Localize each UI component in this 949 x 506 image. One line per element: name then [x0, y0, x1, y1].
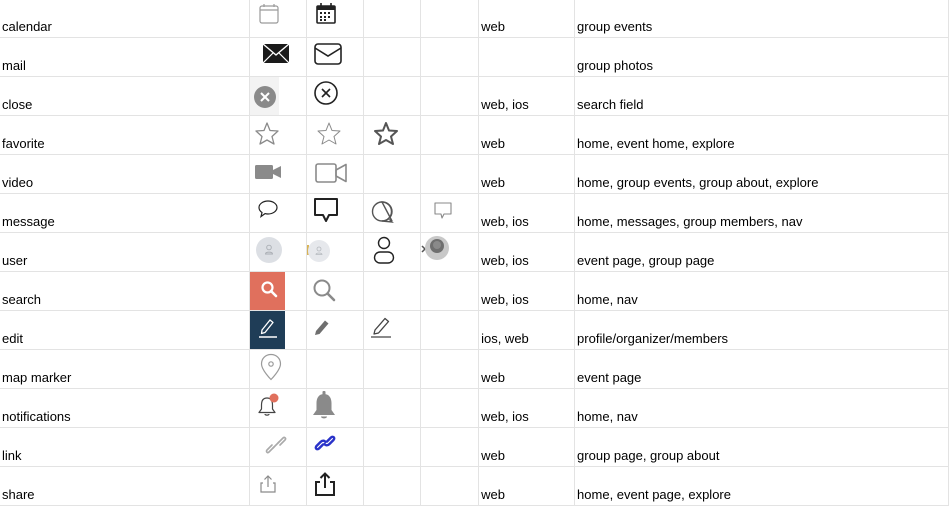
platforms-cell: [478, 37, 576, 77]
usage-cell: home, event home, explore: [574, 115, 949, 155]
calendar-filled-icon: [315, 3, 337, 25]
avatar-photo-icon: [421, 235, 451, 263]
table-row: share web home, event page, explore: [0, 466, 949, 506]
table-row: edit ios, web profile/organizer/members: [0, 310, 949, 350]
speech-bubble-round-icon: [370, 200, 396, 226]
link-blue-icon: [313, 431, 337, 455]
search-button-icon: [260, 280, 278, 298]
platforms-cell: web: [478, 427, 576, 467]
star-outline-thin-icon: [317, 122, 341, 145]
usage-cell: home, group events, group about, explore: [574, 154, 949, 194]
avatar-placeholder-icon: [256, 237, 283, 263]
avatar-placeholder-small-icon: [306, 239, 333, 263]
usage-cell: event page: [574, 349, 949, 389]
user-outline-icon: [373, 236, 395, 265]
share-bold-icon: [313, 472, 337, 496]
speech-bubble-small-icon: [258, 200, 278, 218]
icon-name-cell: search: [0, 271, 251, 311]
star-outline-light-icon: [255, 122, 279, 145]
table-row: map marker web event page: [0, 349, 949, 389]
table-row: close web, ios search field: [0, 76, 949, 116]
usage-cell: group page, group about: [574, 427, 949, 467]
icon-name-cell: user: [0, 232, 251, 272]
usage-cell: group events: [574, 0, 949, 38]
close-circle-outline-icon: [314, 81, 339, 105]
usage-cell: home, nav: [574, 271, 949, 311]
video-camera-outline-icon: [315, 163, 348, 183]
icon-name-cell: favorite: [0, 115, 251, 155]
usage-cell: group photos: [574, 37, 949, 77]
speech-bubble-bold-icon: [313, 197, 339, 223]
table-row: video web home, group events, group abou…: [0, 154, 949, 194]
icon-name-cell: link: [0, 427, 251, 467]
platforms-cell: web: [478, 466, 576, 506]
table-row: mail group photos: [0, 37, 949, 77]
icon-inventory-table: calendar web group events mail group pho…: [0, 0, 949, 506]
platforms-cell: web, ios: [478, 271, 576, 311]
envelope-filled-icon: [263, 44, 290, 63]
video-camera-filled-icon: [255, 165, 282, 179]
platforms-cell: web: [478, 154, 576, 194]
usage-cell: home, event page, explore: [574, 466, 949, 506]
platforms-cell: web, ios: [478, 388, 576, 428]
platforms-cell: ios, web: [478, 310, 576, 350]
icon-name-cell: calendar: [0, 0, 251, 38]
star-outline-bold-icon: [374, 122, 399, 145]
table-row: message web, ios home, messages, group m…: [0, 193, 949, 233]
platforms-cell: web: [478, 349, 576, 389]
pencil-filled-icon: [313, 318, 331, 336]
share-light-icon: [259, 475, 277, 493]
icon-name-cell: map marker: [0, 349, 251, 389]
icon-name-cell: message: [0, 193, 251, 233]
platforms-cell: web, ios: [478, 76, 576, 116]
usage-cell: profile/organizer/members: [574, 310, 949, 350]
platforms-cell: web, ios: [478, 193, 576, 233]
platforms-cell: web: [478, 115, 576, 155]
edit-button-icon: [258, 317, 278, 339]
icon-name-cell: edit: [0, 310, 251, 350]
magnifier-icon: [312, 278, 336, 302]
usage-cell: event page, group page: [574, 232, 949, 272]
usage-cell: home, nav: [574, 388, 949, 428]
map-marker-icon: [260, 353, 282, 381]
bell-filled-icon: [310, 390, 338, 420]
table-row: user web, ios event page, group page: [0, 232, 949, 272]
platforms-cell: web: [478, 0, 576, 38]
bell-with-badge-icon: [257, 392, 281, 418]
table-row: search web, ios home, nav: [0, 271, 949, 311]
icon-name-cell: mail: [0, 37, 251, 77]
icon-name-cell: notifications: [0, 388, 251, 428]
icon-name-cell: share: [0, 466, 251, 506]
table-row: calendar web group events: [0, 0, 949, 38]
calendar-outline-icon: [258, 3, 280, 25]
envelope-outline-icon: [314, 43, 343, 65]
icon-name-cell: video: [0, 154, 251, 194]
pencil-outline-icon: [370, 316, 392, 338]
usage-cell: home, messages, group members, nav: [574, 193, 949, 233]
table-row: favorite web home, event home, explore: [0, 115, 949, 155]
speech-bubble-light-icon: [434, 202, 452, 220]
link-gray-icon: [264, 433, 288, 457]
usage-cell: search field: [574, 76, 949, 116]
platforms-cell: web, ios: [478, 232, 576, 272]
icon-name-cell: close: [0, 76, 251, 116]
table-row: notifications web, ios home, nav: [0, 388, 949, 428]
close-circle-filled-icon: [254, 86, 277, 108]
table-row: link web group page, group about: [0, 427, 949, 467]
